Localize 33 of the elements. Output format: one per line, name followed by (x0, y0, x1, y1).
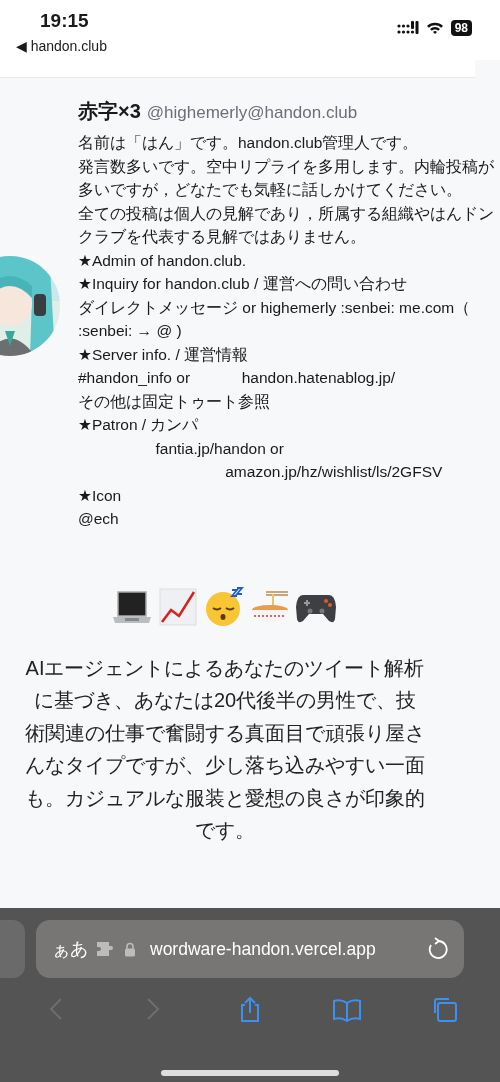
bio-line: ★Inquiry for handon.club / 運営への問い合わせ (78, 274, 408, 294)
bio-line: amazon.jp/hz/wishlist/ls/2GFSV (224, 462, 444, 482)
clock-time: 19:15 (40, 10, 89, 32)
page-menu-button[interactable]: ぁあ (52, 937, 88, 961)
bio-line: その他は固定トゥート参照 (78, 391, 271, 412)
bio-line: fantia.jp/handon or (154, 438, 285, 459)
chart-icon (157, 585, 199, 628)
bio-line: ★Admin of handon.club. (78, 250, 248, 271)
signal-icon (396, 21, 419, 35)
display-name: 赤字×3 (78, 100, 141, 122)
bio-line: ダイレクトメッセージ or highemerly :senbei: me.com（ (78, 297, 472, 318)
bio-line: :senbei: → @ ) (78, 321, 183, 341)
bio-line: 名前は「はん」です。handon.club管理人です。 (78, 133, 420, 153)
bio-line: 全ての投稿は個人の見解であり，所属する組織やはんドン (78, 203, 495, 224)
address-bar[interactable]: ぁあ wordware-handon.vercel.app (36, 920, 464, 978)
bio-line: ★Icon (78, 485, 123, 506)
bio-line: #handon_info or handon.hatenablog.jp/ (78, 368, 397, 388)
back-to-app-link[interactable]: ◀ handon.club (16, 38, 107, 54)
bio-line: 発言数多いです。空中リプライを多用します。内輪投稿が (78, 156, 495, 177)
analysis-paragraph: AIエージェントによるあなたのツイート解析に基づき、あなたは20代後半の男性で、技術関連の仕事で奮闘する真面目で頑張り屋さんなタイプですが、少し落ち込みやすい一面も。カジュアルな服装と愛想の良さが印象的です。 (25, 655, 425, 843)
reload-icon[interactable] (426, 937, 448, 961)
sleeping-face-icon (203, 585, 245, 628)
bio-line: クラブを代表する見解ではありません。 (78, 227, 367, 247)
bio-line: 多いですが，どなたでも気軽に話しかけてください。 (78, 180, 463, 200)
bio-line: ★Server info. / 運営情報 (78, 344, 250, 365)
puzzle-icon[interactable] (96, 941, 116, 957)
user-handle: @highemerly@handon.club (146, 103, 358, 122)
bio-line: @ech (78, 509, 120, 529)
battery-level: 98 (450, 20, 472, 36)
wifi-icon (425, 21, 444, 35)
lock-icon (124, 941, 136, 957)
bio-line: ★Patron / カンパ (78, 415, 200, 435)
url-text: wordware-handon.vercel.app (150, 938, 377, 960)
